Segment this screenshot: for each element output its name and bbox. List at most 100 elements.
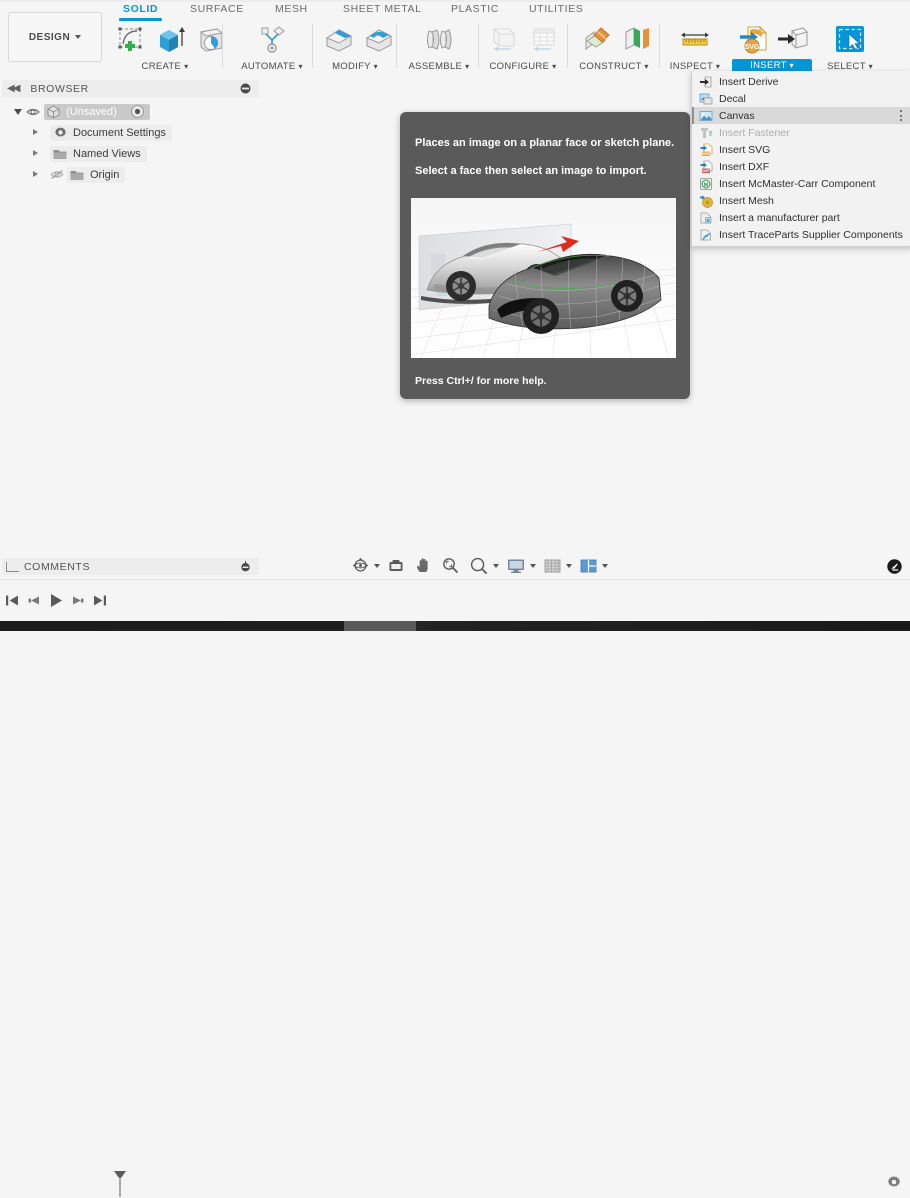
- autodesk-brand-button[interactable]: [887, 559, 902, 574]
- tab-utilities-label: UTILITIES: [529, 3, 584, 15]
- zoom-button[interactable]: [468, 555, 490, 576]
- browser-header[interactable]: ◀◀ BROWSER: [2, 80, 259, 97]
- chevron-down-icon[interactable]: [602, 563, 608, 568]
- viewports-button[interactable]: [578, 555, 599, 576]
- panel-divider: [659, 24, 660, 68]
- step-back-button[interactable]: [28, 594, 40, 607]
- timeline-settings-button[interactable]: [887, 1175, 901, 1189]
- menu-item-insert-traceparts[interactable]: Insert TraceParts Supplier Components: [692, 226, 910, 243]
- panel-construct-label[interactable]: CONSTRUCT ▾: [573, 61, 655, 72]
- menu-item-insert-svg[interactable]: SVG Insert SVG: [692, 141, 910, 158]
- tab-surface[interactable]: SURFACE: [190, 3, 244, 15]
- canvas-icon: [699, 109, 713, 123]
- menu-item-insert-manufacturer-part[interactable]: B Insert a manufacturer part: [692, 209, 910, 226]
- fillet-icon: [365, 29, 393, 52]
- construct-plane-button[interactable]: [578, 21, 616, 57]
- menu-item-insert-mcmaster-carr[interactable]: M Insert McMaster-Carr Component: [692, 175, 910, 192]
- look-at-button[interactable]: [386, 555, 406, 576]
- tree-item-named-views-label: Named Views: [73, 147, 141, 160]
- visibility-eye-icon[interactable]: [25, 107, 41, 117]
- tab-sheet-metal[interactable]: SHEET METAL: [343, 3, 422, 15]
- menu-item-insert-mesh[interactable]: Insert Mesh: [692, 192, 910, 209]
- fillet-button[interactable]: [360, 21, 398, 57]
- menu-item-insert-mcmaster-carr-label: Insert McMaster-Carr Component: [719, 177, 876, 190]
- configure-table-button[interactable]: [524, 21, 562, 57]
- go-to-end-button[interactable]: [93, 594, 107, 607]
- tree-item-origin[interactable]: Origin: [0, 164, 259, 185]
- tab-solid[interactable]: SOLID: [119, 3, 163, 21]
- expand-triangle-icon[interactable]: [31, 128, 40, 137]
- insert-svg-icon: SVG: [699, 143, 713, 157]
- expand-triangle-icon[interactable]: [31, 149, 40, 158]
- panel-divider: [396, 24, 397, 68]
- panel-configure-label[interactable]: CONFIGURE ▾: [484, 61, 562, 72]
- step-forward-button[interactable]: [72, 594, 84, 607]
- ribbon-top-divider: [0, 0, 910, 2]
- decal-icon: [699, 92, 713, 106]
- expand-triangle-icon[interactable]: [14, 107, 23, 116]
- pan-button[interactable]: [413, 555, 433, 576]
- extrude-button[interactable]: [152, 21, 190, 57]
- play-button[interactable]: [49, 593, 63, 608]
- menu-item-insert-derive[interactable]: Insert Derive: [692, 73, 910, 90]
- os-taskbar-strip: [0, 621, 910, 631]
- select-button[interactable]: [831, 21, 869, 57]
- insert-svg-button[interactable]: SVG: [734, 21, 772, 57]
- panel-construct-text: CONSTRUCT: [579, 61, 642, 72]
- svg-text:DXF: DXF: [702, 169, 710, 173]
- press-pull-icon: [325, 29, 353, 52]
- tab-plastic[interactable]: PLASTIC: [451, 3, 499, 15]
- timeline-marker-icon: [114, 1171, 126, 1197]
- automate-button[interactable]: [253, 21, 291, 57]
- tree-item-named-views[interactable]: Named Views: [0, 143, 259, 164]
- display-settings-icon: [508, 559, 524, 573]
- press-pull-button[interactable]: [320, 21, 358, 57]
- create-sketch-button[interactable]: [112, 21, 150, 57]
- construct-axis-button[interactable]: [618, 21, 656, 57]
- tree-item-unsaved[interactable]: (Unsaved): [0, 101, 259, 122]
- inspect-measure-button[interactable]: [676, 21, 714, 57]
- menu-item-overflow-icon[interactable]: [899, 110, 902, 121]
- comments-header[interactable]: COMMENTS: [2, 558, 259, 575]
- comments-title: COMMENTS: [24, 560, 91, 573]
- timeline-marker[interactable]: [112, 1170, 128, 1198]
- chevron-down-icon[interactable]: [530, 563, 536, 568]
- menu-item-decal[interactable]: Decal: [692, 90, 910, 107]
- radio-icon[interactable]: [130, 105, 144, 118]
- visibility-eye-off-icon[interactable]: [48, 169, 66, 180]
- panel-modify-label[interactable]: MODIFY ▾: [320, 61, 390, 72]
- insert-derive-button[interactable]: [774, 21, 812, 57]
- chevron-down-icon[interactable]: [566, 563, 572, 568]
- zoom-window-button[interactable]: [440, 555, 461, 576]
- menu-item-canvas[interactable]: Canvas: [692, 107, 910, 124]
- grid-snaps-button[interactable]: [542, 555, 563, 576]
- panel-automate: AUTOMATE ▾: [236, 20, 308, 72]
- construct-axis-icon: [625, 27, 649, 50]
- tooltip-line-2: Select a face then select an image to im…: [415, 165, 647, 177]
- display-settings-button[interactable]: [505, 555, 527, 576]
- panel-divider: [478, 24, 479, 68]
- tree-item-document-settings[interactable]: Document Settings: [0, 122, 259, 143]
- expand-triangle-icon[interactable]: [31, 170, 40, 179]
- orbit-button[interactable]: [350, 555, 371, 576]
- svg-text:SVG: SVG: [702, 152, 710, 156]
- chevron-down-icon[interactable]: [493, 563, 499, 568]
- browser-options-icon[interactable]: [240, 83, 251, 94]
- svg-text:M: M: [704, 182, 709, 188]
- tab-utilities[interactable]: UTILITIES: [529, 3, 583, 15]
- panel-assemble-label[interactable]: ASSEMBLE ▾: [404, 61, 474, 72]
- revolve-button[interactable]: [192, 21, 230, 57]
- panel-create-label[interactable]: CREATE ▾: [112, 61, 218, 72]
- tab-mesh[interactable]: MESH: [275, 3, 308, 15]
- assemble-button[interactable]: [420, 21, 458, 57]
- panel-automate-label[interactable]: AUTOMATE ▾: [236, 61, 308, 72]
- go-to-beginning-button[interactable]: [5, 594, 19, 607]
- panel-divider: [312, 24, 313, 68]
- configure-button[interactable]: [484, 21, 522, 57]
- comments-expand-icon[interactable]: [6, 562, 19, 572]
- double-left-arrow-icon[interactable]: ◀◀: [7, 83, 20, 94]
- pan-hand-icon: [416, 558, 428, 572]
- chevron-down-icon[interactable]: [374, 563, 380, 568]
- menu-item-insert-dxf[interactable]: DXF Insert DXF: [692, 158, 910, 175]
- comments-options-icon[interactable]: [240, 561, 251, 572]
